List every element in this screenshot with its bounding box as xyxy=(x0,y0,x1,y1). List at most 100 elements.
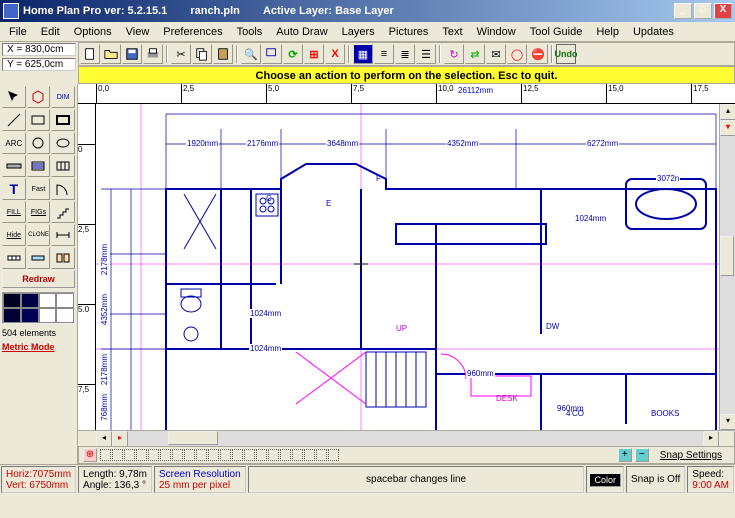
scroll-up-button[interactable]: ▴ xyxy=(720,104,735,120)
menu-tools[interactable]: Tools xyxy=(230,24,270,40)
menu-preferences[interactable]: Preferences xyxy=(156,24,229,40)
menu-layers[interactable]: Layers xyxy=(335,24,382,40)
arc-tool[interactable]: ARC xyxy=(2,132,26,154)
line-tool[interactable] xyxy=(2,109,26,131)
circle-button[interactable]: ◯ xyxy=(507,44,527,64)
menu-options[interactable]: Options xyxy=(67,24,119,40)
menu-pictures[interactable]: Pictures xyxy=(382,24,436,40)
ellipse-tool[interactable] xyxy=(51,132,75,154)
print-button[interactable] xyxy=(143,44,163,64)
menu-help[interactable]: Help xyxy=(589,24,626,40)
minimize-button[interactable]: _ xyxy=(674,3,692,19)
hide-tool[interactable]: Hide xyxy=(2,224,26,246)
paste-button[interactable] xyxy=(213,44,233,64)
coord-y: Y = 625,0cm xyxy=(2,58,76,71)
panel-tool[interactable] xyxy=(51,247,75,269)
dim-tool[interactable]: DIM xyxy=(51,86,75,108)
menu-text[interactable]: Text xyxy=(435,24,469,40)
rect-fill-tool[interactable] xyxy=(51,109,75,131)
menu-file[interactable]: File xyxy=(2,24,34,40)
swatch-navy[interactable] xyxy=(3,293,21,308)
scroll-marker-h[interactable]: ▸ xyxy=(112,431,128,447)
align-right-button[interactable]: ☰ xyxy=(416,44,436,64)
ruler-horizontal: 26112mm 0,02,55,07,510,012,515,017,5 xyxy=(78,84,735,104)
align-center-button[interactable]: ≣ xyxy=(395,44,415,64)
menu-view[interactable]: View xyxy=(119,24,157,40)
find-button[interactable]: 🔍 xyxy=(241,44,261,64)
cut-button[interactable]: ✂ xyxy=(171,44,191,64)
hex-tool[interactable] xyxy=(27,86,51,108)
scroll-thumb-v[interactable] xyxy=(720,236,734,276)
measure-tool[interactable] xyxy=(51,224,75,246)
menu-window[interactable]: Window xyxy=(470,24,523,40)
maximize-button[interactable]: □ xyxy=(694,3,712,19)
clone-tool[interactable]: CLONE xyxy=(27,224,51,246)
status-color: Color xyxy=(586,466,624,493)
window-titlebar: Home Plan Pro ver: 5.2.15.1 ranch.pln Ac… xyxy=(0,0,735,22)
swatch-darkblue[interactable] xyxy=(21,293,39,308)
color-button[interactable]: Color xyxy=(589,473,621,487)
fast-tool[interactable]: Fast xyxy=(27,178,51,200)
menu-updates[interactable]: Updates xyxy=(626,24,681,40)
stop-button[interactable]: ⛔ xyxy=(528,44,548,64)
title-text: Home Plan Pro ver: 5.2.15.1 ranch.pln Ac… xyxy=(23,5,674,17)
overall-dim: 26112mm xyxy=(458,86,493,95)
save-button[interactable] xyxy=(122,44,142,64)
scroll-thumb-h[interactable] xyxy=(168,431,218,445)
status-hint: spacebar changes line xyxy=(248,466,585,493)
circle-tool[interactable] xyxy=(27,132,51,154)
swatch-white3[interactable] xyxy=(39,308,57,323)
flip-button[interactable]: ⇄ xyxy=(465,44,485,64)
swatch-blue[interactable] xyxy=(21,308,39,323)
rect-outline-tool[interactable] xyxy=(27,109,51,131)
scrollbar-horizontal[interactable]: ◂ ▸ ▸ xyxy=(78,430,735,446)
select-tool[interactable] xyxy=(2,86,26,108)
mail-button[interactable]: ✉ xyxy=(486,44,506,64)
open-button[interactable] xyxy=(101,44,121,64)
metric-mode[interactable]: Metric Mode xyxy=(0,340,77,354)
scroll-down-button[interactable]: ▾ xyxy=(720,414,735,430)
snap-toggle[interactable]: ⊕ xyxy=(83,448,97,462)
scroll-right-button[interactable]: ▸ xyxy=(703,431,719,447)
wall-tool[interactable] xyxy=(2,155,26,177)
rotate-button[interactable]: ↻ xyxy=(444,44,464,64)
menu-toolguide[interactable]: Tool Guide xyxy=(523,24,590,40)
snap-minus[interactable]: − xyxy=(635,448,649,462)
copy-button[interactable] xyxy=(192,44,212,64)
align-left-button[interactable]: ≡ xyxy=(374,44,394,64)
scroll-left-button[interactable]: ◂ xyxy=(96,431,112,447)
stairs-tool[interactable] xyxy=(51,201,75,223)
undo-button[interactable]: Undo xyxy=(556,44,576,64)
scroll-marker[interactable]: ▾ xyxy=(720,120,735,136)
status-length-angle: Length: 9,78m Angle: 136,3 ° xyxy=(78,466,152,493)
redraw-button[interactable]: Redraw xyxy=(2,270,75,288)
snap-settings-button[interactable]: Snap Settings xyxy=(652,450,730,461)
grid-tool[interactable] xyxy=(51,155,75,177)
grid-button[interactable]: ▦ xyxy=(353,44,373,64)
fill-tool[interactable]: FILL xyxy=(2,201,26,223)
zoom-button[interactable] xyxy=(262,44,282,64)
window-tool[interactable] xyxy=(27,247,51,269)
menu-autodraw[interactable]: Auto Draw xyxy=(269,24,334,40)
opening-tool[interactable] xyxy=(2,247,26,269)
close-button[interactable]: X xyxy=(714,3,732,19)
drawing-canvas[interactable]: 1920mm2176mm3648mm4352mm6272mm2178mm4352… xyxy=(96,104,719,430)
tool-palette: DIM ARC T Fast FILL FIGs Hide CLONE Redr… xyxy=(0,84,78,464)
menu-edit[interactable]: Edit xyxy=(34,24,67,40)
cancel-button[interactable]: X xyxy=(325,44,345,64)
swatch-white2[interactable] xyxy=(56,293,74,308)
color-swatches[interactable] xyxy=(2,292,75,324)
figs-tool[interactable]: FIGs xyxy=(27,201,51,223)
text-tool[interactable]: T xyxy=(2,178,26,200)
scrollbar-vertical[interactable]: ▴ ▾ ▾ xyxy=(719,104,735,430)
swatch-navy2[interactable] xyxy=(3,308,21,323)
status-snap: Snap is Off xyxy=(626,466,685,493)
snap-toggle-button[interactable]: ⊞ xyxy=(304,44,324,64)
swatch-white[interactable] xyxy=(39,293,57,308)
refresh-button[interactable]: ⟳ xyxy=(283,44,303,64)
hatch-tool[interactable] xyxy=(27,155,51,177)
new-file-button[interactable] xyxy=(80,44,100,64)
door-tool[interactable] xyxy=(51,178,75,200)
snap-plus[interactable]: + xyxy=(618,448,632,462)
swatch-white4[interactable] xyxy=(56,308,74,323)
